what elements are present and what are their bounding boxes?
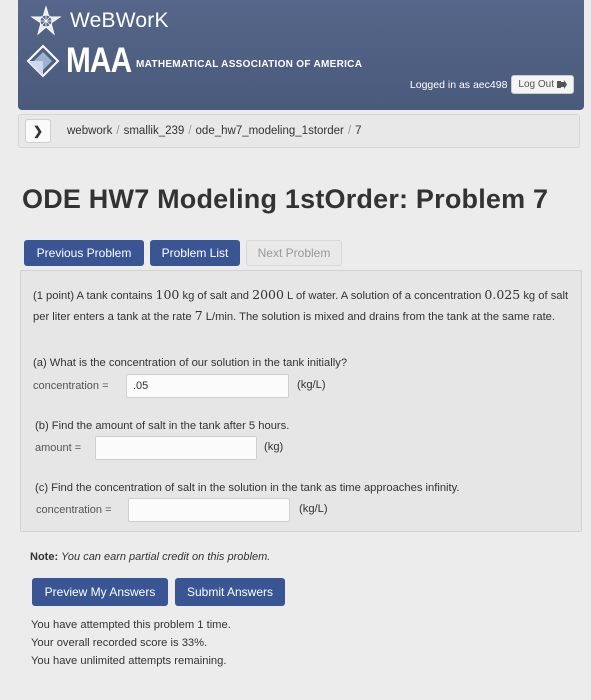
- brand-name: WeBWorK: [70, 9, 169, 32]
- breadcrumb-item-webwork[interactable]: webwork: [67, 125, 112, 137]
- logout-button[interactable]: Log Out: [511, 75, 574, 94]
- answer-b-input[interactable]: [95, 436, 257, 460]
- login-area: Logged in as aec498 Log Out: [410, 75, 574, 94]
- webwork-logo-icon: [30, 5, 62, 36]
- answer-c-input[interactable]: [128, 498, 290, 522]
- answer-c-label: concentration =: [36, 504, 112, 516]
- answer-a-label: concentration =: [33, 380, 109, 392]
- breadcrumb-path: webwork / smallik_239/ode_hw7_modeling_1st…: [67, 125, 361, 137]
- logout-icon: [557, 80, 567, 89]
- salt-amount: 100: [155, 287, 180, 302]
- problem-statement: (1 point) A tank contains 100 kg of salt…: [33, 285, 573, 327]
- note-label: Note:: [30, 551, 59, 563]
- remaining-attempts-text: You have unlimited attempts remaining.: [31, 655, 227, 667]
- logout-label: Log Out: [518, 79, 554, 90]
- attempts-text: You have attempted this problem 1 time.: [31, 619, 231, 631]
- breadcrumb: ❯ webwork / smallik_239/ode_hw7_modeling_1…: [18, 114, 580, 148]
- previous-problem-button[interactable]: Previous Problem: [24, 240, 144, 266]
- breadcrumb-item-set[interactable]: ode_hw7_modeling_1storder: [196, 125, 344, 137]
- maa-full-name: MATHEMATICAL ASSOCIATION OF AMERICA: [136, 58, 363, 70]
- flow-rate: 7: [194, 308, 203, 323]
- inflow-concentration: 0.025: [484, 287, 521, 302]
- breadcrumb-item-course[interactable]: smallik_239: [124, 125, 185, 137]
- breadcrumb-separator: /: [188, 125, 192, 137]
- breadcrumb-separator: /: [116, 125, 120, 137]
- note-text: You can earn partial credit on this prob…: [61, 551, 271, 563]
- question-a-text: (a) What is the concentration of our sol…: [33, 357, 348, 369]
- page-title: ODE HW7 Modeling 1stOrder: Problem 7: [22, 184, 549, 214]
- site-header: WeBWorK MAA MATHEMATICAL ASSOCIATION OF …: [18, 0, 584, 110]
- chevron-right-icon[interactable]: ❯: [25, 119, 51, 143]
- problem-list-button[interactable]: Problem List: [150, 240, 240, 266]
- answer-b-unit: (kg): [264, 441, 284, 453]
- logged-in-text: Logged in as aec498: [409, 78, 508, 91]
- answer-c-unit: (kg/L): [299, 503, 328, 515]
- webwork-brand[interactable]: WeBWorK: [30, 4, 169, 38]
- water-amount: 2000: [252, 287, 284, 302]
- answer-a-unit: (kg/L): [297, 379, 326, 391]
- maa-logo-text: MAA: [66, 41, 132, 80]
- problem-text-part: L/min. The solution is mixed and drains …: [202, 311, 556, 323]
- maa-logo-icon: [26, 44, 60, 78]
- problem-box: (1 point) A tank contains 100 kg of salt…: [20, 270, 582, 532]
- next-problem-button: Next Problem: [246, 240, 342, 266]
- preview-answers-button[interactable]: Preview My Answers: [32, 578, 168, 606]
- problem-text-part: (1 point) A tank contains: [33, 290, 156, 302]
- problem-text-part: L of water. A solution of a concentratio…: [283, 290, 485, 302]
- question-b-text: (b) Find the amount of salt in the tank …: [35, 420, 290, 432]
- breadcrumb-item-problem: 7: [355, 125, 362, 137]
- answer-a-input[interactable]: [126, 374, 289, 398]
- maa-brand[interactable]: MAA MATHEMATICAL ASSOCIATION OF AMERICA: [26, 40, 362, 82]
- partial-credit-note: Note: You can earn partial credit on thi…: [30, 551, 270, 563]
- answer-b-label: amount =: [35, 442, 82, 454]
- problem-text-part: kg of salt and: [179, 290, 253, 302]
- score-text: Your overall recorded score is 33%.: [31, 637, 208, 649]
- breadcrumb-separator: /: [347, 125, 352, 137]
- question-c-text: (c) Find the concentration of salt in th…: [35, 482, 460, 494]
- submit-answers-button[interactable]: Submit Answers: [175, 578, 285, 606]
